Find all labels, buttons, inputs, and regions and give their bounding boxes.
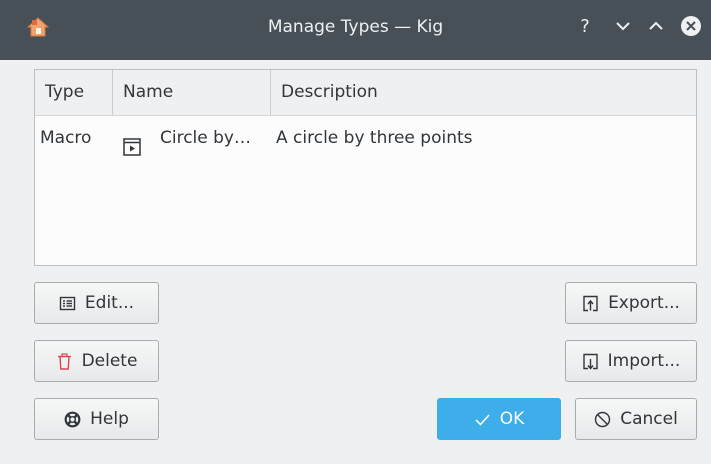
cell-type: Macro xyxy=(40,128,92,148)
import-button[interactable]: Import... xyxy=(565,340,697,382)
edit-button[interactable]: Edit... xyxy=(34,282,159,324)
manage-types-dialog: Manage Types — Kig ? Type Name Descripti… xyxy=(0,0,711,464)
ok-label: OK xyxy=(499,409,525,429)
macro-icon xyxy=(123,129,141,156)
help-icon[interactable]: ? xyxy=(574,15,596,37)
window-title: Manage Types — Kig xyxy=(267,17,444,37)
types-table[interactable]: Type Name Description Macro Circle by… A… xyxy=(34,69,697,266)
export-button[interactable]: Export... xyxy=(565,282,697,324)
column-header-name[interactable]: Name xyxy=(113,70,271,115)
close-icon[interactable] xyxy=(680,15,702,37)
cancel-button[interactable]: Cancel xyxy=(575,398,697,440)
export-label: Export... xyxy=(608,293,680,313)
trash-icon xyxy=(56,352,73,370)
cancel-label: Cancel xyxy=(620,409,678,429)
import-icon xyxy=(582,353,599,370)
table-header: Type Name Description xyxy=(35,70,696,116)
titlebar[interactable]: Manage Types — Kig ? xyxy=(0,0,711,60)
column-header-type[interactable]: Type xyxy=(35,70,113,115)
dialog-content: Type Name Description Macro Circle by… A… xyxy=(0,60,711,464)
edit-icon xyxy=(59,295,76,312)
cell-description: A circle by three points xyxy=(276,128,473,148)
ok-button[interactable]: OK xyxy=(437,398,561,440)
table-row[interactable]: Macro Circle by… A circle by three point… xyxy=(35,116,696,160)
edit-label: Edit... xyxy=(84,293,135,313)
import-label: Import... xyxy=(607,351,681,371)
delete-button[interactable]: Delete xyxy=(34,340,159,382)
svg-text:?: ? xyxy=(580,16,590,37)
delete-label: Delete xyxy=(81,351,138,371)
minimize-icon[interactable] xyxy=(612,15,634,37)
cell-name-text: Circle by… xyxy=(160,128,251,148)
help-button[interactable]: Help xyxy=(34,398,159,440)
maximize-icon[interactable] xyxy=(645,15,667,37)
cancel-icon xyxy=(594,411,611,428)
help-label: Help xyxy=(90,409,129,429)
lifebuoy-icon xyxy=(64,411,81,428)
checkmark-icon xyxy=(474,411,491,428)
column-header-description[interactable]: Description xyxy=(271,70,696,115)
export-icon xyxy=(582,295,599,312)
